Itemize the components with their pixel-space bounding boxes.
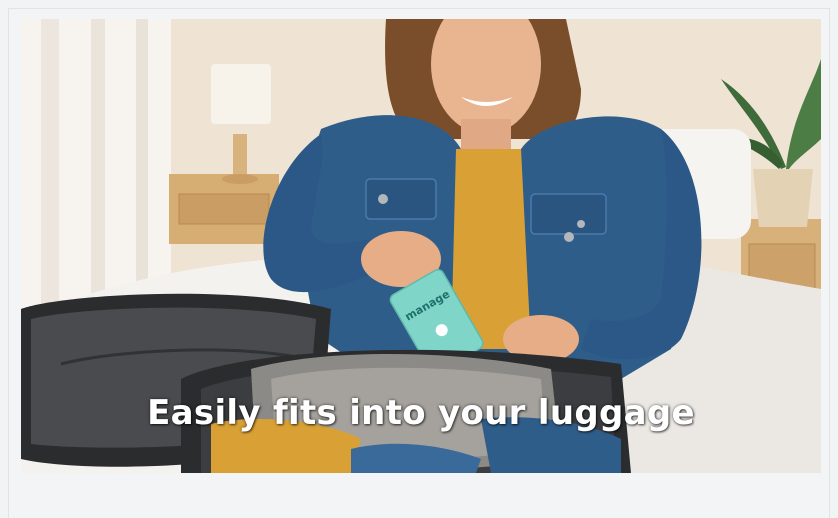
product-photo: manage Easily fits into your luggage (21, 19, 821, 473)
below-media-area (21, 473, 821, 518)
video-caption: Easily fits into your luggage (147, 393, 695, 433)
page: manage Easily fits into your luggage (0, 0, 838, 518)
